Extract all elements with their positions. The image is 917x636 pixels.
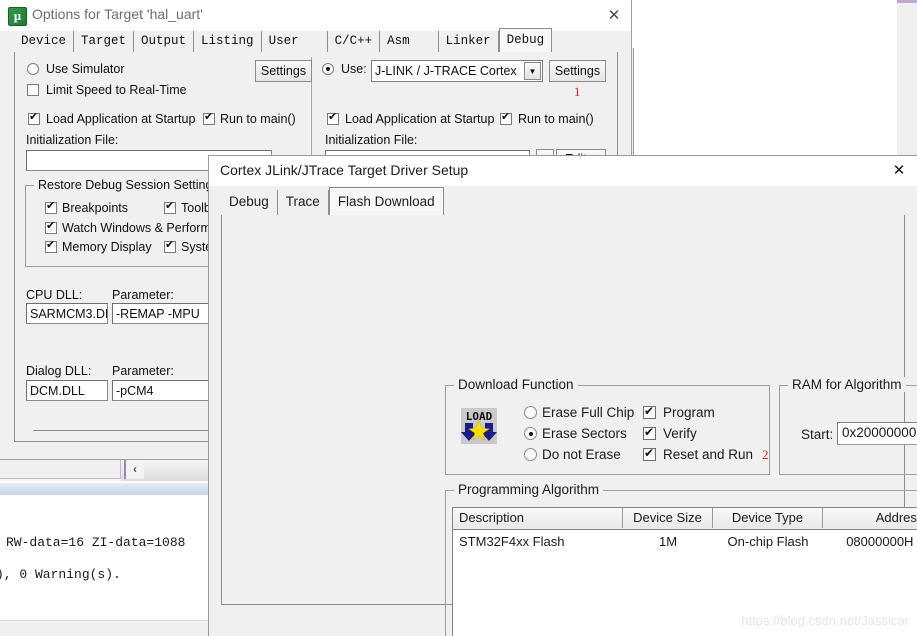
cell-device-size: 1M [658,534,678,549]
toolbox-checkbox[interactable] [164,200,176,214]
column-header-device-size[interactable]: Device Size [623,508,713,528]
tab-asm[interactable]: Asm [380,31,439,52]
options-window-titlebar[interactable]: µ Options for Target 'hal_uart' ✕ [0,0,631,31]
ram-start-input[interactable]: 0x20000000 [837,422,917,445]
programming-algorithm-title: Programming Algorithm [454,482,604,497]
simulator-settings-button[interactable]: Settings [255,60,312,82]
jlink-dialog-title: Cortex JLink/JTrace Target Driver Setup [220,162,469,178]
verify-label: Verify [663,426,697,441]
left-load-app-checkbox[interactable] [28,111,40,125]
driver-settings-button[interactable]: Settings [549,60,606,82]
dialog-param-label: Parameter: [112,364,174,378]
cpu-dll-label: CPU DLL: [26,288,83,302]
tab-user[interactable]: User [261,31,328,52]
cell-description: STM32F4xx Flash [459,534,565,549]
jlink-target-driver-dialog: Cortex JLink/JTrace Target Driver Setup … [208,155,917,636]
close-icon[interactable]: ✕ [887,160,911,182]
cpu-param-label: Parameter: [112,288,174,302]
dialog-dll-label: Dialog DLL: [26,364,92,378]
right-init-file-label: Initialization File: [325,133,418,147]
reset-and-run-checkbox[interactable] [643,446,656,461]
ide-editor-area[interactable] [633,0,911,158]
flash-load-icon: LOAD [461,408,497,444]
column-header-address-range[interactable]: Address Range [823,508,917,528]
download-function-title: Download Function [454,377,578,392]
toolbox-label: Toolb [181,201,211,215]
tab-output[interactable]: Output [134,31,195,52]
erase-full-chip-label: Erase Full Chip [542,405,635,420]
ide-right-strip [897,0,917,158]
do-not-erase-label: Do not Erase [542,447,621,462]
use-simulator-label: Use Simulator [46,62,125,76]
watch-windows-checkbox[interactable] [45,220,57,234]
build-output-line-2: ), 0 Warning(s). [0,567,121,582]
close-icon[interactable]: ✕ [600,5,628,27]
chevron-down-icon[interactable]: ▼ [524,62,541,80]
chevron-left-icon[interactable]: ‹ [124,459,144,479]
erase-sectors-label: Erase Sectors [542,426,627,441]
options-tabs: Device Target Output Listing User C/C++ … [14,28,631,73]
keil-uvision-icon: µ [8,7,27,26]
ide-status-bar [0,620,208,636]
tab-listing[interactable]: Listing [194,31,262,52]
jlink-dialog-titlebar[interactable]: Cortex JLink/JTrace Target Driver Setup … [209,156,917,186]
ide-build-output[interactable]: RW-data=16 ZI-data=1088 ), 0 Warning(s). [0,495,208,620]
limit-speed-label: Limit Speed to Real-Time [46,83,187,97]
screen-root: ⌄ ‹ RW-data=16 ZI-data=1088 ), 0 Warning… [0,0,917,636]
right-load-app-checkbox[interactable] [327,111,339,125]
tab-trace[interactable]: Trace [277,190,329,215]
reset-and-run-label: Reset and Run [663,447,754,462]
right-load-app-label: Load Application at Startup [345,112,495,126]
memory-display-checkbox[interactable] [45,239,57,253]
cell-device-type: On-chip Flash [727,534,809,549]
options-footer-divider [33,430,213,431]
use-simulator-radio[interactable] [27,63,39,75]
verify-checkbox[interactable] [643,425,656,440]
program-checkbox[interactable] [643,404,656,419]
memory-display-label: Memory Display [62,240,152,254]
ram-for-algorithm-title: RAM for Algorithm [788,377,906,392]
options-window-title: Options for Target 'hal_uart' [32,6,203,22]
breakpoints-label: Breakpoints [62,201,129,215]
erase-sectors-radio[interactable] [524,427,537,440]
left-init-file-label: Initialization File: [26,133,119,147]
annotation-2: 2 [762,447,769,462]
ram-start-label: Start: [801,427,834,442]
column-header-device-type[interactable]: Device Type [713,508,823,528]
tab-device[interactable]: Device [14,31,75,52]
jlink-tabs: Debug Trace Flash Download [221,187,444,215]
do-not-erase-radio[interactable] [524,448,537,461]
dialog-dll-input[interactable]: DCM.DLL [26,380,108,401]
ide-accent-bar [897,0,917,3]
system-viewer-checkbox[interactable] [164,239,176,253]
cell-address-range: 08000000H - 080FFFFFH [846,534,917,549]
cpu-dll-input[interactable]: SARMCM3.DLL [26,303,108,324]
tab-target[interactable]: Target [74,31,135,52]
breakpoints-checkbox[interactable] [45,200,57,214]
debug-adapter-value: J-LINK / J-TRACE Cortex [375,64,517,78]
build-output-line-1: RW-data=16 ZI-data=1088 [6,535,186,550]
debug-adapter-select[interactable]: J-LINK / J-TRACE Cortex ▼ [371,60,543,82]
left-load-app-label: Load Application at Startup [46,112,196,126]
tab-debug[interactable]: Debug [221,190,278,215]
tab-debug[interactable]: Debug [498,28,553,52]
right-run-to-main-checkbox[interactable] [500,111,512,125]
tab-flash-download[interactable]: Flash Download [328,187,444,215]
right-run-to-main-label: Run to main() [518,112,594,126]
annotation-1: 1 [574,84,581,99]
limit-speed-checkbox[interactable] [27,84,39,96]
left-run-to-main-checkbox[interactable] [203,111,215,125]
tab-cpp[interactable]: C/C++ [327,31,381,52]
use-driver-radio[interactable] [322,63,334,75]
table-header-row: Description Device Size Device Type Addr… [453,508,917,530]
program-label: Program [663,405,715,420]
tab-linker[interactable]: Linker [438,31,499,52]
column-header-description[interactable]: Description [453,508,623,528]
left-run-to-main-label: Run to main() [220,112,296,126]
erase-full-chip-radio[interactable] [524,406,537,419]
use-driver-label: Use: [341,62,367,76]
restore-session-title: Restore Debug Session Settings [34,178,223,192]
watermark-text: https://blog.csdn.net/Jassicar [741,613,909,628]
